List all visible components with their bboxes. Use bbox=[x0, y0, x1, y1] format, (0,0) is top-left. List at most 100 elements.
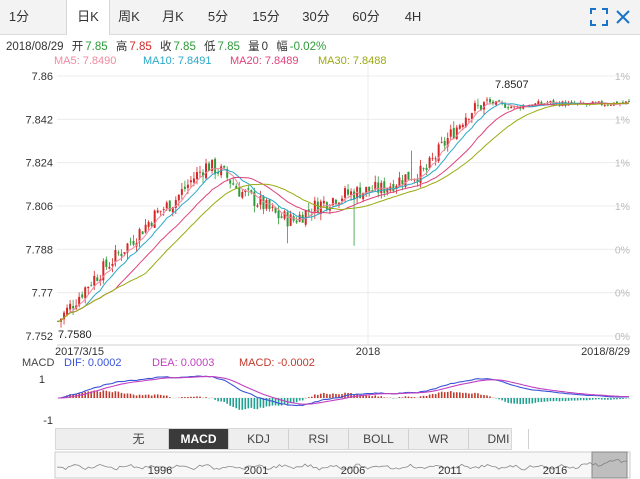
macd-bar bbox=[440, 391, 443, 398]
tab-3[interactable]: 月K bbox=[152, 0, 194, 34]
candle bbox=[147, 220, 150, 231]
navigator-strip[interactable]: 1996 2001 2006 2011 2016 bbox=[0, 451, 640, 479]
macd-bar bbox=[483, 395, 485, 398]
candle bbox=[99, 274, 102, 286]
macd-bar bbox=[383, 397, 386, 398]
candle bbox=[298, 211, 301, 223]
macd-bar bbox=[217, 398, 219, 402]
candle bbox=[486, 97, 489, 105]
candle bbox=[162, 206, 165, 216]
candle bbox=[476, 98, 479, 109]
right-tick-label: 1% bbox=[615, 158, 630, 170]
macd-bar bbox=[96, 391, 99, 398]
indicator-wr[interactable]: WR bbox=[409, 429, 469, 449]
macd-bar bbox=[144, 394, 147, 398]
macd-bar bbox=[401, 397, 404, 398]
info-vol-label: 量 bbox=[248, 41, 260, 53]
tab-8[interactable]: 4H bbox=[393, 0, 433, 34]
close-icon[interactable] bbox=[614, 8, 632, 26]
candle bbox=[78, 292, 81, 308]
candle bbox=[331, 197, 334, 208]
candle bbox=[129, 237, 132, 246]
candle bbox=[217, 168, 220, 177]
candle bbox=[522, 104, 525, 110]
tab-5[interactable]: 15分 bbox=[243, 0, 289, 34]
indicator-boll[interactable]: BOLL bbox=[349, 429, 409, 449]
macd-bar bbox=[298, 398, 301, 401]
tab-0[interactable]: 1分 bbox=[2, 0, 36, 34]
candle bbox=[404, 174, 407, 189]
indicator-rsi[interactable]: RSI bbox=[289, 429, 349, 449]
fullscreen-icon[interactable] bbox=[590, 8, 608, 26]
macd-bar bbox=[129, 393, 132, 398]
candle bbox=[289, 210, 292, 227]
macd-bar bbox=[489, 396, 491, 398]
candle bbox=[516, 105, 519, 109]
info-low-label: 低 bbox=[204, 41, 216, 53]
macd-bar bbox=[247, 398, 250, 409]
indicator-dmi[interactable]: DMI bbox=[469, 429, 529, 449]
macd-bar bbox=[253, 398, 256, 409]
macd-bar bbox=[301, 398, 304, 401]
tab-4[interactable]: 5分 bbox=[198, 0, 238, 34]
tab-1[interactable]: 日K bbox=[66, 0, 110, 35]
candle bbox=[428, 156, 431, 170]
candle bbox=[579, 100, 582, 105]
macd-bar bbox=[135, 395, 138, 398]
macd-bar bbox=[374, 395, 377, 398]
candle bbox=[519, 105, 522, 111]
macd-bar bbox=[537, 398, 540, 403]
macd-bar bbox=[607, 398, 609, 400]
candle bbox=[280, 213, 283, 219]
macd-bar bbox=[196, 396, 198, 398]
candle bbox=[525, 106, 528, 108]
candle bbox=[540, 100, 543, 106]
macd-bar bbox=[132, 394, 135, 398]
candle bbox=[168, 200, 171, 212]
candle bbox=[171, 207, 174, 217]
indicator-无[interactable]: 无 bbox=[109, 429, 169, 449]
macd-bar bbox=[594, 398, 597, 400]
candle bbox=[395, 184, 398, 194]
tab-2[interactable]: 周K bbox=[108, 0, 150, 34]
x-label-start: 2017/3/15 bbox=[55, 346, 104, 358]
candle bbox=[238, 181, 241, 197]
info-high-label: 高 bbox=[115, 41, 128, 53]
candle bbox=[624, 101, 627, 105]
macd-bar bbox=[265, 398, 268, 407]
macd-tick-1: 1 bbox=[39, 374, 45, 386]
navigator-handle[interactable] bbox=[591, 451, 628, 479]
candle bbox=[195, 166, 198, 185]
macd-bar bbox=[66, 395, 68, 398]
candle bbox=[211, 159, 214, 174]
candle bbox=[458, 123, 461, 130]
candle bbox=[322, 196, 325, 209]
candle bbox=[628, 98, 630, 103]
candle bbox=[489, 97, 492, 105]
candle bbox=[334, 198, 337, 207]
candle bbox=[135, 238, 138, 252]
candle bbox=[126, 242, 129, 260]
macd-bar bbox=[165, 395, 168, 398]
macd-bar bbox=[313, 394, 316, 398]
right-tick-label: 0% bbox=[615, 331, 630, 343]
candle bbox=[132, 234, 135, 247]
candle bbox=[482, 100, 485, 115]
macd-tick-neg1: -1 bbox=[43, 415, 53, 427]
macd-bar bbox=[162, 395, 165, 398]
navigator-year: 2016 bbox=[543, 465, 567, 477]
tab-7[interactable]: 60分 bbox=[343, 0, 389, 34]
candle bbox=[591, 101, 594, 104]
candle bbox=[576, 103, 579, 106]
macd-bar bbox=[540, 398, 543, 403]
ohlc-info: 2018/08/29 开 7.85 高 7.85 收 7.85 低 7.85 量0 幅-… bbox=[6, 38, 328, 54]
indicator-macd[interactable]: MACD bbox=[169, 429, 229, 449]
macd-bar bbox=[368, 395, 370, 398]
macd-bar bbox=[513, 398, 515, 404]
macd-bar bbox=[579, 398, 582, 401]
macd-bar bbox=[81, 392, 83, 398]
info-low: 7.85 bbox=[217, 41, 240, 53]
candle bbox=[401, 174, 404, 191]
tab-6[interactable]: 30分 bbox=[293, 0, 339, 34]
indicator-kdj[interactable]: KDJ bbox=[229, 429, 289, 449]
